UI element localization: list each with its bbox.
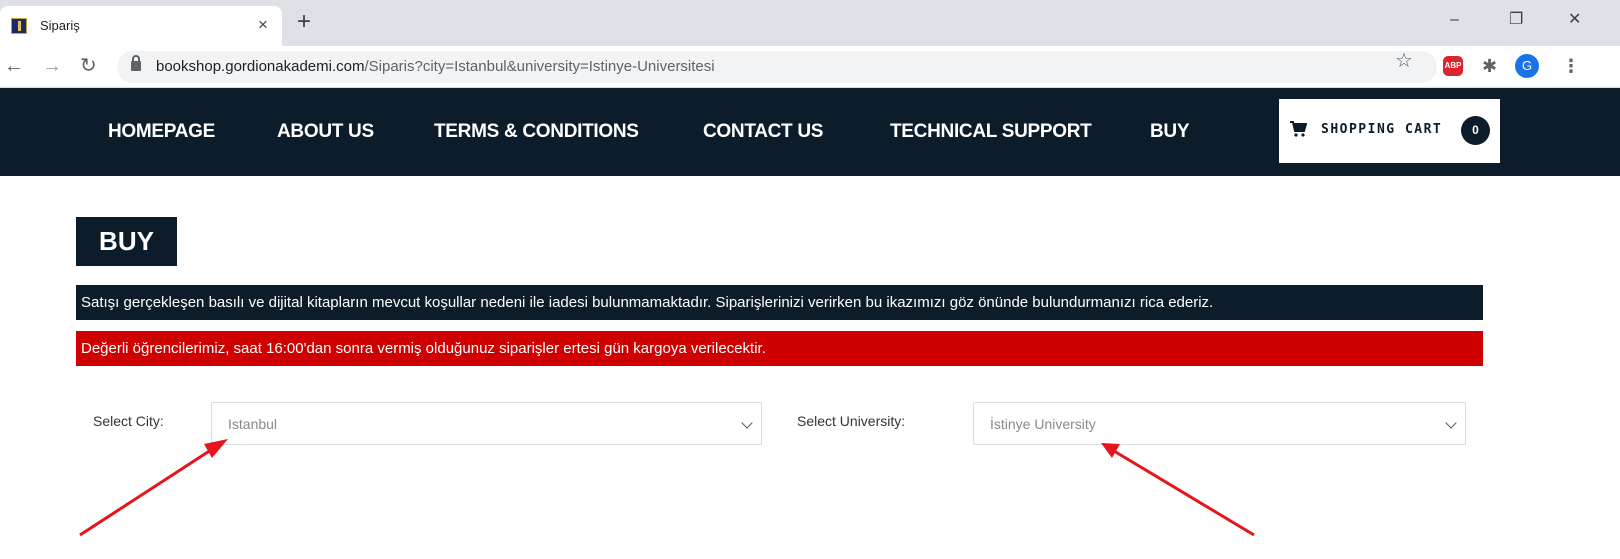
adblock-icon[interactable]: ABP	[1443, 56, 1463, 76]
university-annotation-arrow	[1101, 443, 1255, 537]
restore-icon[interactable]: ❐	[1509, 10, 1523, 30]
nav-buy[interactable]: BUY	[1150, 121, 1190, 143]
return-policy-notice: Satışı gerçekleşen basılı ve dijital kit…	[76, 285, 1483, 320]
browser-tab[interactable]: Sipariş ×	[0, 6, 282, 46]
bookmark-star-icon[interactable]: ☆	[1395, 49, 1413, 73]
nav-terms-conditions[interactable]: TERMS & CONDITIONS	[434, 121, 639, 143]
extensions-puzzle-icon[interactable]: ✱	[1482, 55, 1497, 77]
cart-icon	[1290, 121, 1307, 137]
cart-label: SHOPPING CART	[1321, 122, 1443, 137]
browser-tabstrip: Sipariş × + – ❐ ✕	[0, 0, 1620, 46]
minimize-icon[interactable]: –	[1450, 10, 1459, 30]
page-title: BUY	[76, 217, 177, 266]
browser-menu-icon[interactable]: ⋮	[1562, 55, 1580, 77]
back-icon[interactable]: ←	[4, 55, 24, 77]
site-nav: HOMEPAGE ABOUT US TERMS & CONDITIONS CON…	[0, 88, 1620, 176]
city-annotation-arrow	[79, 439, 228, 537]
url-text: bookshop.gordionakademi.com/Siparis?city…	[156, 58, 715, 75]
city-select-value: Istanbul	[228, 416, 278, 432]
tab-title: Sipariş	[40, 18, 80, 33]
cart-count-badge: 0	[1461, 116, 1490, 145]
new-tab-icon[interactable]: +	[297, 10, 311, 34]
close-tab-icon[interactable]: ×	[258, 15, 268, 35]
university-select[interactable]: İstinye University	[973, 402, 1466, 445]
forward-icon[interactable]: →	[42, 55, 62, 77]
nav-about-us[interactable]: ABOUT US	[277, 121, 374, 143]
site-favicon-icon	[11, 18, 27, 34]
lock-icon	[131, 55, 141, 71]
nav-technical-support[interactable]: TECHNICAL SUPPORT	[890, 121, 1092, 143]
address-bar[interactable]: bookshop.gordionakademi.com/Siparis?city…	[117, 51, 1437, 83]
chevron-down-icon	[741, 417, 753, 429]
nav-contact-us[interactable]: CONTACT US	[703, 121, 823, 143]
profile-avatar[interactable]: G	[1515, 54, 1539, 78]
nav-homepage[interactable]: HOMEPAGE	[108, 121, 215, 143]
browser-toolbar: ← → ↻ bookshop.gordionakademi.com/Sipari…	[0, 46, 1620, 88]
university-select-value: İstinye University	[990, 416, 1096, 432]
chevron-down-icon	[1445, 417, 1457, 429]
shipping-notice: Değerli öğrencilerimiz, saat 16:00'dan s…	[76, 331, 1483, 366]
close-window-icon[interactable]: ✕	[1568, 10, 1581, 30]
university-label: Select University:	[797, 413, 906, 429]
city-label: Select City:	[93, 413, 164, 429]
shopping-cart-button[interactable]: SHOPPING CART 0	[1279, 99, 1500, 163]
city-select[interactable]: Istanbul	[211, 402, 762, 445]
reload-icon[interactable]: ↻	[80, 55, 97, 77]
